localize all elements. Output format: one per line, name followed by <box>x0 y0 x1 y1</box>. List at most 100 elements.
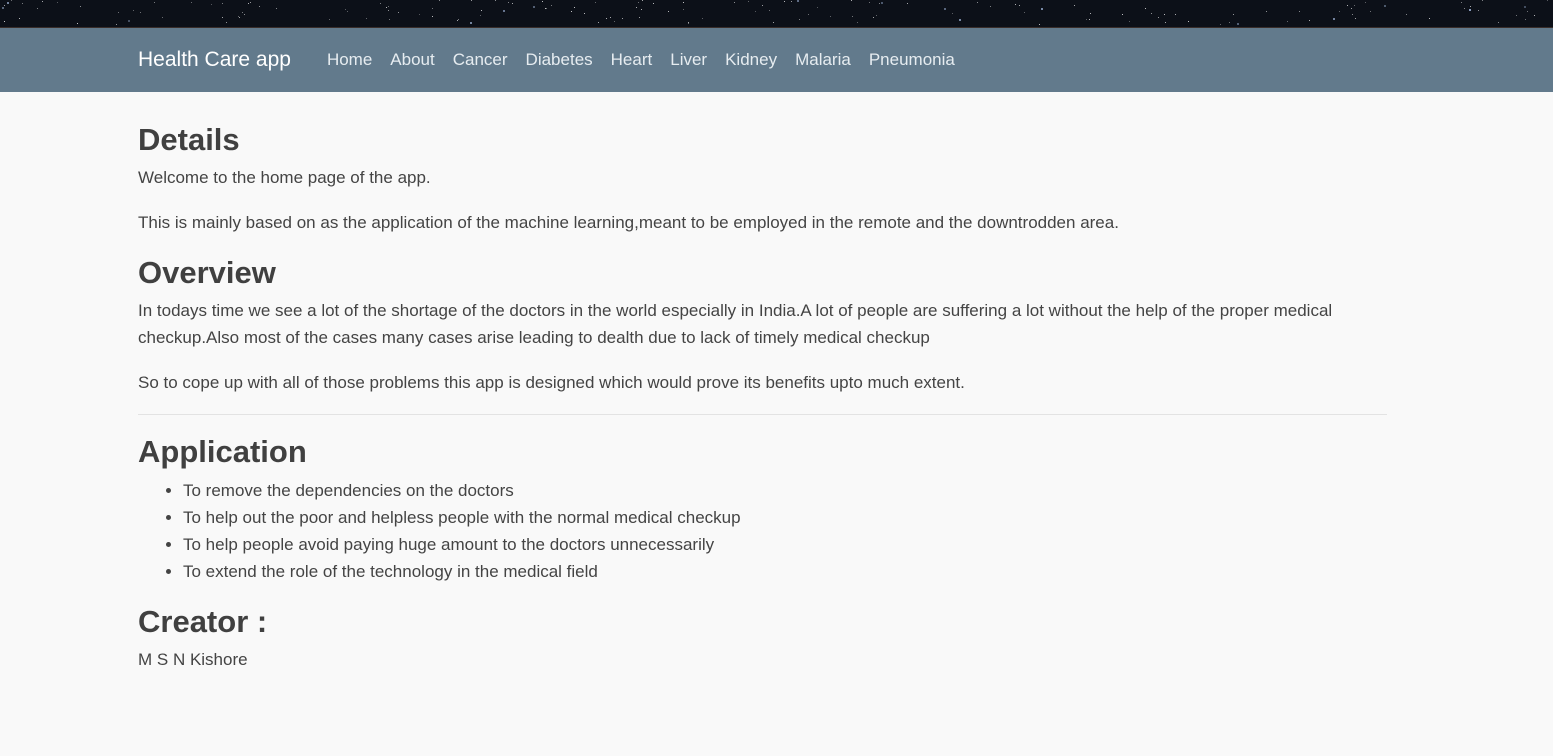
star-dot <box>480 15 481 16</box>
nav-item-heart: Heart <box>611 50 653 70</box>
star-dot <box>77 23 78 24</box>
star-dot <box>1233 14 1234 15</box>
star-dot <box>1351 8 1352 9</box>
nav-link-malaria[interactable]: Malaria <box>795 50 851 69</box>
star-dot <box>1365 2 1366 3</box>
creator-name: M S N Kishore <box>138 649 248 669</box>
star-dot <box>154 2 155 3</box>
nav-link-kidney[interactable]: Kidney <box>725 50 777 69</box>
star-dot <box>636 7 637 8</box>
star-dot <box>668 11 669 12</box>
star-dot <box>1461 2 1462 3</box>
star-dot <box>116 24 117 25</box>
star-dot <box>432 16 433 17</box>
star-dot <box>545 8 546 9</box>
star-dot <box>1086 19 1087 20</box>
star-dot <box>439 0 440 1</box>
star-dot <box>762 5 763 6</box>
star-dot <box>748 1 749 2</box>
application-heading: Application <box>138 434 307 470</box>
star-dot <box>952 13 953 14</box>
nav-link-diabetes[interactable]: Diabetes <box>526 50 593 69</box>
star-dot <box>1516 15 1517 16</box>
creator-heading: Creator : <box>138 603 268 639</box>
star-dot <box>388 10 389 11</box>
star-dot <box>1525 19 1526 20</box>
nav-link-cancer[interactable]: Cancer <box>453 50 508 69</box>
star-dot <box>345 9 346 10</box>
star-dot <box>248 3 249 4</box>
star-dot <box>1164 14 1165 15</box>
star-dot <box>1299 11 1300 12</box>
star-dot <box>191 2 192 3</box>
star-dot <box>869 2 870 3</box>
star-dot <box>622 18 623 19</box>
list-item: To help people avoid paying huge amount … <box>183 531 1387 558</box>
nav-item-diabetes: Diabetes <box>526 50 593 70</box>
star-dot <box>1498 22 1499 23</box>
star-dot <box>879 3 880 4</box>
star-dot <box>1370 11 1371 12</box>
star-dot <box>1355 18 1356 19</box>
star-dot <box>598 22 599 23</box>
star-dot <box>977 2 978 3</box>
star-dot <box>495 0 496 1</box>
nav-link-pneumonia[interactable]: Pneumonia <box>869 50 955 69</box>
star-dot <box>734 2 735 3</box>
star-dot <box>606 18 607 19</box>
star-dot <box>503 10 505 12</box>
star-dot <box>1469 9 1471 11</box>
brand-link[interactable]: Health Care app <box>138 48 291 72</box>
star-dot <box>11 0 12 1</box>
star-dot <box>347 11 348 12</box>
nav-link-liver[interactable]: Liver <box>670 50 707 69</box>
section-divider <box>138 414 1387 416</box>
star-dot <box>133 10 134 11</box>
star-dot <box>1041 8 1043 10</box>
star-dot <box>398 12 399 13</box>
star-dot <box>7 2 9 4</box>
star-dot <box>857 22 858 23</box>
star-dot <box>755 11 756 12</box>
star-dot <box>226 22 227 23</box>
star-dot <box>808 14 809 15</box>
star-dot <box>80 6 81 7</box>
star-dot <box>1384 5 1386 7</box>
basis-text: This is mainly based on as the applicati… <box>138 213 1119 233</box>
star-dot <box>1464 8 1465 9</box>
star-dot <box>1145 8 1146 9</box>
main-content: Details Welcome to the home page of the … <box>0 121 1387 673</box>
nav-link-heart[interactable]: Heart <box>611 50 653 69</box>
star-dot <box>959 19 961 21</box>
star-dot <box>610 17 611 18</box>
star-dot <box>419 14 420 15</box>
star-dot <box>1220 24 1221 25</box>
star-dot <box>457 20 458 21</box>
star-dot <box>1524 6 1526 8</box>
star-dot <box>1151 13 1152 14</box>
star-dot <box>881 2 883 4</box>
star-dot <box>471 0 472 1</box>
nav-link-about[interactable]: About <box>390 50 434 69</box>
star-dot <box>512 3 513 4</box>
star-dot <box>830 16 831 17</box>
nav-item-pneumonia: Pneumonia <box>869 50 955 70</box>
star-dot <box>4 5 5 6</box>
star-dot <box>595 2 596 3</box>
star-dot <box>1482 0 1483 1</box>
star-dot <box>386 7 387 8</box>
star-dot <box>1129 21 1130 22</box>
star-dot <box>990 6 991 7</box>
overview-paragraph: In todays time we see a lot of the short… <box>138 301 1333 348</box>
star-dot <box>250 2 251 3</box>
nav-item-malaria: Malaria <box>795 50 851 70</box>
star-dot <box>1090 13 1091 14</box>
star-dot <box>4 21 5 22</box>
list-item: To remove the dependencies on the doctor… <box>183 477 1387 504</box>
star-dot <box>873 17 874 18</box>
star-dot <box>259 6 260 7</box>
star-dot <box>458 19 459 20</box>
nav-link-home[interactable]: Home <box>327 50 372 69</box>
star-dot <box>1122 14 1123 15</box>
star-dot <box>1309 20 1310 21</box>
